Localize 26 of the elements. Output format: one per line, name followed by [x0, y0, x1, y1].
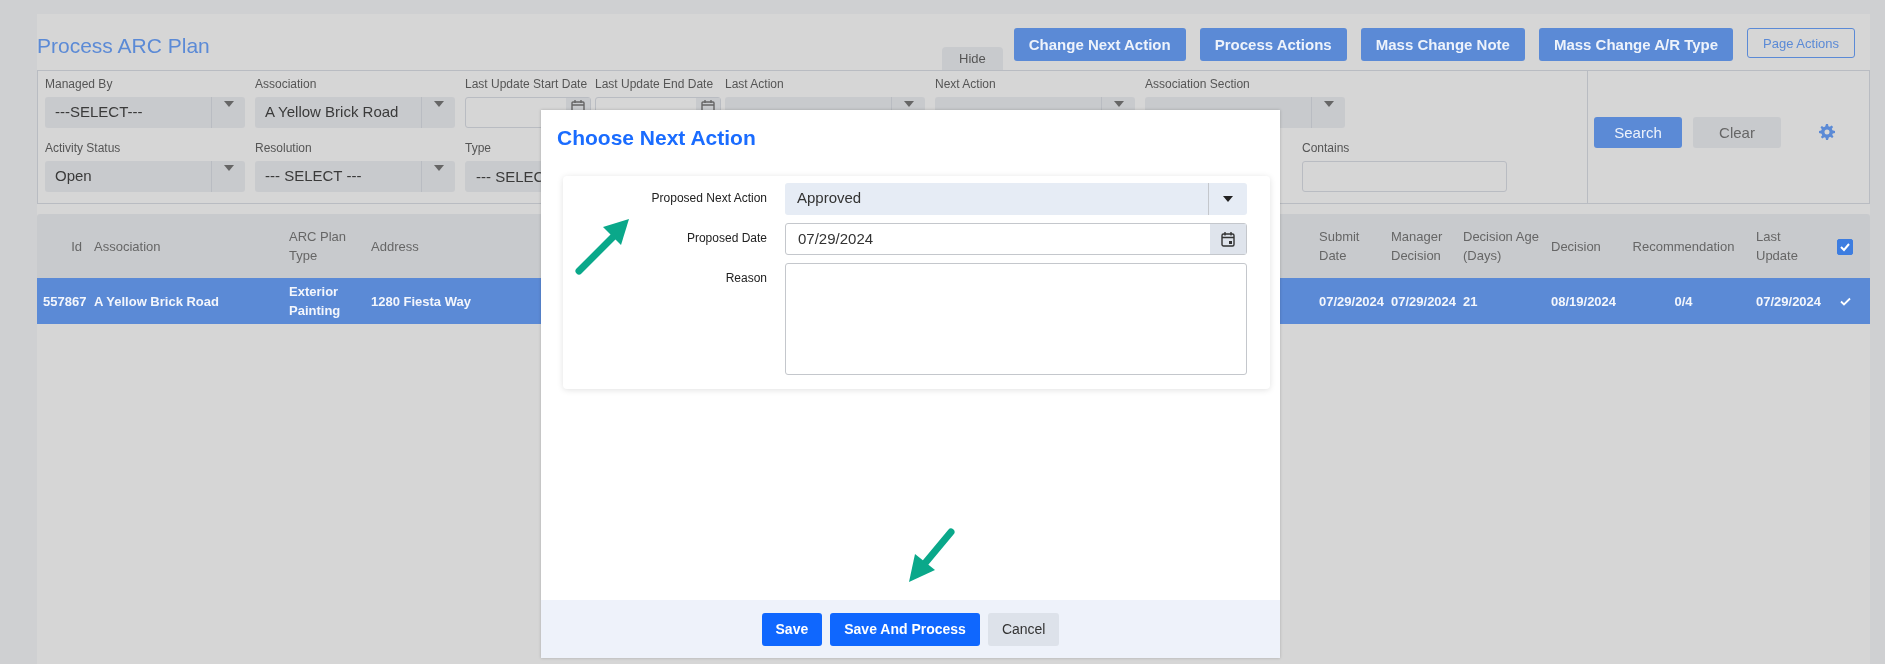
filter-label: Next Action: [935, 77, 997, 91]
filter-label: Managed By: [45, 77, 114, 91]
table-cell-text: 07/29/2024: [1318, 292, 1385, 311]
filter-label: Type: [465, 141, 492, 155]
field-label: Reason: [725, 271, 767, 285]
filter-label: Activity Status: [45, 141, 122, 155]
filter-label: Resolution: [255, 141, 313, 155]
filter-label: Last Action: [725, 77, 785, 91]
table-cell-text: 08/19/2024: [1550, 292, 1617, 311]
table-cell-text: 0/4: [1673, 292, 1694, 311]
table-cell-text: 21: [1462, 292, 1479, 311]
table-cell-text: 07/29/2024: [1755, 292, 1820, 311]
table-cell-text: Exterior Painting: [288, 283, 342, 320]
table-cell-text: 07/29/2024: [1390, 292, 1457, 311]
field-label: Proposed Date: [686, 231, 767, 245]
table-cell-text: 557867: [42, 292, 88, 311]
filter-label: Last Update End Date: [595, 77, 715, 91]
table-cell-text: 1280 Fiesta Way: [370, 292, 472, 311]
page-title: Process ARC Plan: [37, 34, 210, 58]
filter-label: Association: [255, 77, 318, 91]
dialog-title: Choose Next Action: [557, 126, 757, 150]
filter-label: Last Update Start Date: [465, 77, 585, 91]
table-cell-text: A Yellow Brick Road: [93, 292, 220, 311]
filter-label: Association Section: [1145, 77, 1251, 91]
filter-label: Contains: [1302, 141, 1351, 155]
field-label: Proposed Next Action: [651, 191, 767, 205]
